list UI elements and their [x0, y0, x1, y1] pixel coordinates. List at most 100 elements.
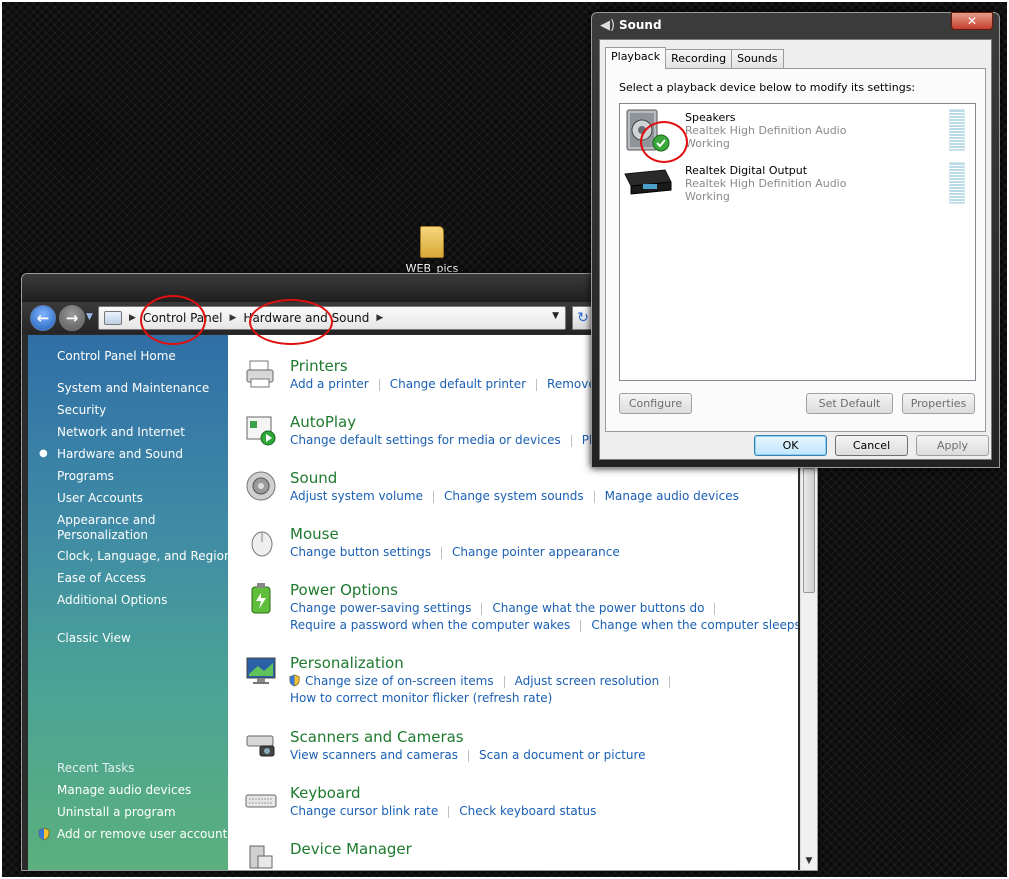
- back-button[interactable]: ←: [30, 305, 56, 331]
- category-title[interactable]: Mouse: [290, 525, 339, 543]
- task-link[interactable]: Change default printer: [390, 377, 526, 391]
- task-link[interactable]: Check keyboard status: [459, 804, 596, 818]
- dialog-title-bar[interactable]: ◀) Sound ✕: [592, 12, 999, 37]
- speakers-device-icon: [626, 109, 670, 152]
- category-title[interactable]: Scanners and Cameras: [290, 728, 464, 746]
- set-default-button[interactable]: Set Default: [806, 393, 893, 414]
- link-divider: [714, 602, 716, 615]
- properties-button[interactable]: Properties: [902, 393, 975, 414]
- digital-output-device-icon: [624, 169, 672, 195]
- task-link[interactable]: Adjust system volume: [290, 489, 423, 503]
- task-link[interactable]: Change what the power buttons do: [492, 601, 704, 615]
- uac-shield-icon: [38, 827, 50, 841]
- sidebar-item-hardware-and-sound[interactable]: Hardware and Sound: [57, 447, 183, 462]
- breadcrumb-chevron-icon[interactable]: ▶: [376, 313, 383, 323]
- sidebar-item-user-accounts[interactable]: User Accounts: [57, 491, 143, 506]
- cancel-button[interactable]: Cancel: [835, 435, 908, 456]
- address-bar[interactable]: ▶ Control Panel ▶ Hardware and Sound ▶ ▼: [98, 306, 566, 330]
- device-name: Speakers: [685, 111, 736, 124]
- selected-bullet-icon: ●: [39, 448, 48, 459]
- link-divider: [468, 749, 470, 762]
- task-link[interactable]: Change when the computer sleeps: [591, 618, 798, 632]
- scroll-down-arrow-icon[interactable]: ▼: [801, 856, 817, 866]
- category-title[interactable]: Printers: [290, 357, 348, 375]
- folder-icon: [420, 226, 444, 258]
- scrollbar-thumb[interactable]: [803, 468, 815, 593]
- recent-task-link[interactable]: Add or remove user accounts: [57, 827, 234, 842]
- apply-button[interactable]: Apply: [916, 435, 989, 456]
- task-link[interactable]: Change system sounds: [444, 489, 584, 503]
- refresh-icon: ↻: [577, 310, 589, 326]
- ok-button[interactable]: OK: [754, 435, 827, 456]
- task-link[interactable]: Require a password when the computer wak…: [290, 618, 570, 632]
- link-divider: [580, 619, 582, 632]
- tab-sounds[interactable]: Sounds: [731, 49, 784, 69]
- device-row-speakers[interactable]: Speakers Realtek High Definition Audio W…: [620, 105, 975, 157]
- task-link[interactable]: Add a printer: [290, 377, 369, 391]
- task-link[interactable]: Scan a document or picture: [479, 748, 646, 762]
- task-link[interactable]: Change pointer appearance: [452, 545, 620, 559]
- keyboard-icon: [245, 794, 277, 808]
- sidebar-item-system[interactable]: System and Maintenance: [57, 381, 209, 396]
- link-divider: [570, 434, 572, 447]
- recent-pages-dropdown[interactable]: ▼: [86, 312, 93, 322]
- recent-task-link[interactable]: Manage audio devices: [57, 783, 191, 798]
- link-divider: [536, 378, 538, 391]
- sidebar-item-ease-of-access[interactable]: Ease of Access: [57, 571, 146, 586]
- tab-recording[interactable]: Recording: [665, 49, 733, 69]
- category-title[interactable]: Sound: [290, 469, 337, 487]
- category-links: Require a password when the computer wak…: [290, 618, 798, 632]
- control-panel-icon: [104, 311, 122, 325]
- sidebar-item-security[interactable]: Security: [57, 403, 106, 418]
- category-title[interactable]: Personalization: [290, 654, 404, 672]
- task-link[interactable]: How to correct monitor flicker (refresh …: [290, 691, 552, 705]
- task-link[interactable]: Change button settings: [290, 545, 431, 559]
- configure-button[interactable]: Configure: [619, 393, 692, 414]
- address-dropdown-icon[interactable]: ▼: [552, 311, 559, 321]
- device-status: Working: [685, 190, 730, 203]
- battery-icon: [251, 583, 271, 614]
- category-title[interactable]: AutoPlay: [290, 413, 356, 431]
- link-divider: [481, 602, 483, 615]
- sidebar-item-clock-language[interactable]: Clock, Language, and Region: [57, 549, 232, 564]
- task-link[interactable]: Change power-saving settings: [290, 601, 471, 615]
- recent-task-link[interactable]: Uninstall a program: [57, 805, 176, 820]
- forward-button[interactable]: →: [59, 305, 85, 331]
- sidebar-item-network[interactable]: Network and Internet: [57, 425, 185, 440]
- arrow-right-icon: →: [65, 309, 79, 327]
- breadcrumb-chevron-icon[interactable]: ▶: [129, 313, 136, 323]
- category-links: Change cursor blink rate Check keyboard s…: [290, 804, 596, 818]
- dialog-body: Playback Recording Sounds Select a playb…: [599, 39, 992, 460]
- sidebar-control-panel-home[interactable]: Control Panel Home: [57, 349, 176, 364]
- device-description: Realtek High Definition Audio: [685, 177, 847, 190]
- category-links: Change size of on-screen items Adjust scr…: [288, 674, 680, 688]
- category-title[interactable]: Keyboard: [290, 784, 361, 802]
- task-link[interactable]: Change cursor blink rate: [290, 804, 438, 818]
- desktop-folder[interactable]: WEB_pics: [400, 226, 464, 275]
- link-divider: [378, 378, 380, 391]
- category-links: View scanners and cameras Scan a document…: [290, 748, 646, 762]
- task-link[interactable]: Change size of on-screen items: [305, 674, 494, 688]
- category-title[interactable]: Power Options: [290, 581, 398, 599]
- task-link[interactable]: Change default settings for media or dev…: [290, 433, 561, 447]
- dialog-title: Sound: [619, 18, 662, 32]
- category-title[interactable]: Device Manager: [290, 840, 412, 858]
- device-row-digital-output[interactable]: Realtek Digital Output Realtek High Defi…: [620, 158, 975, 210]
- task-link[interactable]: View scanners and cameras: [290, 748, 458, 762]
- link-divider: [432, 490, 434, 503]
- sidebar-item-additional-options[interactable]: Additional Options: [57, 593, 167, 608]
- task-link[interactable]: Adjust screen resolution: [515, 674, 660, 688]
- sidebar-classic-view[interactable]: Classic View: [57, 631, 131, 646]
- breadcrumb-chevron-icon[interactable]: ▶: [230, 313, 237, 323]
- category-links: Change default settings for media or dev…: [290, 433, 634, 447]
- task-link[interactable]: Manage audio devices: [605, 489, 739, 503]
- scanner-icon: [246, 735, 275, 757]
- category-links: How to correct monitor flicker (refresh …: [290, 691, 552, 705]
- tab-playback[interactable]: Playback: [605, 47, 667, 69]
- breadcrumb-hardware-and-sound[interactable]: Hardware and Sound: [243, 311, 369, 325]
- breadcrumb-control-panel[interactable]: Control Panel: [143, 311, 223, 325]
- category-links: Adjust system volume Change system sounds…: [290, 489, 739, 503]
- sidebar-item-programs[interactable]: Programs: [57, 469, 114, 484]
- close-button[interactable]: ✕: [951, 12, 993, 30]
- sidebar-item-appearance[interactable]: Appearance and Personalization: [57, 513, 167, 543]
